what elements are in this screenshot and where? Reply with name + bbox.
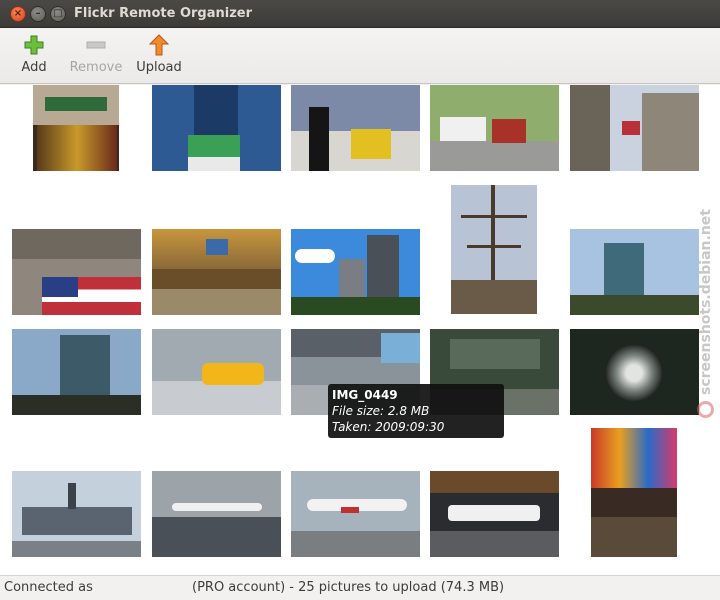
tooltip-taken: Taken: 2009:09:30 16:47:04 [332,420,445,450]
photo-thumbnail[interactable] [291,229,420,315]
photo-thumbnail[interactable] [451,185,537,314]
remove-button[interactable]: Remove [68,34,124,80]
remove-label: Remove [69,60,123,75]
photo-thumbnail[interactable] [291,85,420,171]
arrow-up-icon [148,34,170,56]
toolbar: Add Remove Upload [0,28,720,84]
photo-thumbnail[interactable] [12,329,141,415]
title-bar[interactable]: × – □ Flickr Remote Organizer [0,0,720,28]
plus-icon [24,35,44,55]
photo-thumbnail[interactable] [152,329,281,415]
maximize-window-button[interactable]: □ [50,6,66,22]
photo-thumbnail[interactable] [33,85,119,171]
add-button[interactable]: Add [16,34,52,80]
photo-thumbnail[interactable] [570,85,699,171]
photo-thumbnail[interactable] [152,229,281,315]
minus-icon [86,41,106,49]
window-title: Flickr Remote Organizer [74,6,252,21]
photo-thumbnail[interactable] [430,471,559,557]
watermark-logo [697,401,714,418]
add-label: Add [21,60,47,75]
maximize-icon: □ [53,8,63,19]
upload-button[interactable]: Upload [134,34,184,80]
minimize-icon: – [35,8,41,19]
photo-thumbnail[interactable] [591,428,677,557]
photo-thumbnail[interactable] [152,471,281,557]
status-bar: Connected as (PRO account) - 25 pictures… [0,575,720,600]
status-upload-summary: (PRO account) - 25 pictures to upload (7… [192,580,505,595]
tooltip-file-size: File size: 2.8 MB [332,404,430,418]
tooltip-filename: IMG_0449 [332,388,398,402]
photo-thumbnail[interactable] [12,229,141,315]
photo-thumbnail[interactable] [570,229,699,315]
watermark-text: screenshots.debian.net [698,209,714,395]
upload-label: Upload [136,60,182,75]
photo-tooltip: IMG_0449 File size: 2.8 MB Taken: 2009:0… [328,384,504,450]
photo-thumbnail[interactable] [291,471,420,557]
minimize-window-button[interactable]: – [30,6,46,22]
photo-thumbnail[interactable] [152,85,281,171]
photo-thumbnail[interactable] [570,329,699,415]
close-icon: × [13,8,23,19]
status-connection: Connected as [4,580,93,595]
close-window-button[interactable]: × [10,6,26,22]
app-window: × – □ Flickr Remote Organizer Add Remove… [0,0,720,600]
photo-grid[interactable]: IMG_0449 File size: 2.8 MB Taken: 2009:0… [0,85,720,575]
photo-thumbnail[interactable] [430,85,559,171]
photo-thumbnail[interactable] [12,471,141,557]
